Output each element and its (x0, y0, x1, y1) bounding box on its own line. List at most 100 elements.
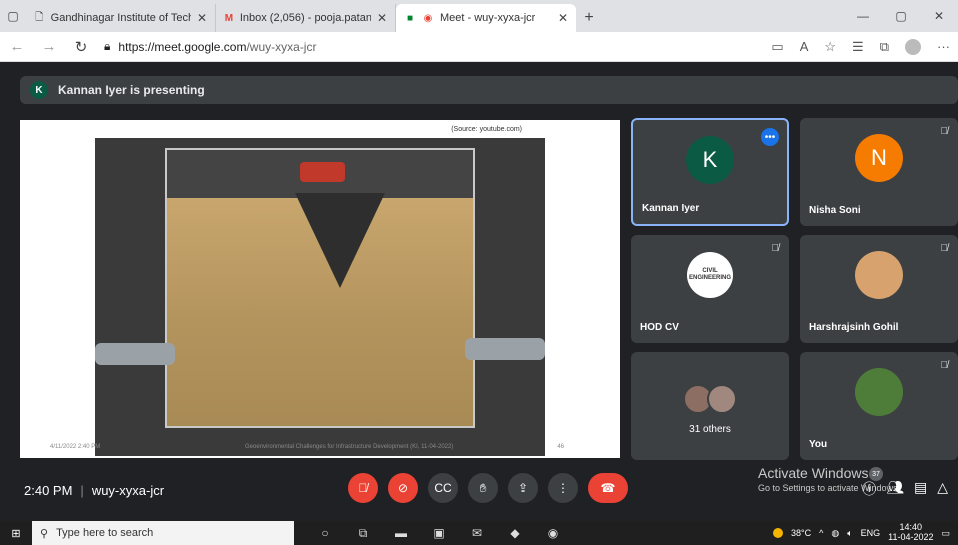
chevron-up-icon[interactable]: ^ (819, 528, 823, 538)
slide-photo (95, 138, 545, 456)
mic-toggle-button[interactable]: 🎙̸ (348, 473, 378, 503)
presenter-text: Kannan Iyer is presenting (58, 83, 205, 97)
cortana-icon[interactable]: ○ (316, 526, 334, 541)
activities-icon[interactable]: △ (937, 479, 948, 499)
toy-truck (300, 162, 345, 182)
camera-permission-icon[interactable]: ▭ (771, 39, 783, 55)
avatar (707, 384, 737, 414)
clock-date: 11-04-2022 (888, 532, 934, 542)
task-view-icon[interactable]: ⧉ (354, 526, 372, 541)
tab-gandhinagar[interactable]: 🗋 Gandhinagar Institute of Technol ✕ (26, 4, 216, 32)
more-menu-icon[interactable]: ··· (937, 39, 950, 54)
captions-button[interactable]: CC (428, 473, 458, 503)
mail-icon[interactable]: ✉ (468, 526, 486, 541)
search-placeholder: Type here to search (56, 527, 154, 539)
collections-icon[interactable]: ⧉ (880, 39, 889, 55)
leave-call-button[interactable]: ☎ (588, 473, 628, 503)
participant-tile[interactable]: 🎙̸ Harshrajsinh Gohil (800, 235, 958, 343)
avatar: K (686, 136, 734, 184)
participant-tile[interactable]: 🎙̸ CIVIL ENGINEERING HOD CV (631, 235, 789, 343)
meeting-time: 2:40 PM (24, 482, 73, 498)
close-icon[interactable]: ✕ (558, 11, 568, 25)
pipe-right (465, 338, 545, 360)
clock[interactable]: 14:40 11-04-2022 (888, 522, 934, 543)
meet-controls-bar: 2:40 PM | wuy-xyxa-jcr 🎙̸ ⊘ CC ✋︎ ⇪ ⋮ ☎ … (0, 463, 958, 517)
minimize-icon[interactable]: — (844, 0, 882, 32)
participant-name: Harshrajsinh Gohil (809, 322, 899, 333)
more-options-icon[interactable]: ••• (761, 128, 779, 146)
reload-icon[interactable]: ↻ (72, 38, 90, 56)
restore-icon[interactable]: ▢ (882, 0, 920, 32)
notifications-icon[interactable]: ▭ (941, 528, 950, 539)
civil-engineering-logo: CIVIL ENGINEERING (687, 252, 733, 298)
participant-tile[interactable]: 🎙̸ N Nisha Soni (800, 118, 958, 226)
system-tray: 38°C ^ ◍ 🔈︎ ENG 14:40 11-04-2022 ▭ (772, 522, 958, 543)
slide-source: (Source: youtube.com) (451, 126, 522, 133)
weather-icon[interactable] (772, 528, 783, 538)
app-icon[interactable]: ◆ (506, 526, 524, 541)
edge-icon[interactable]: ◉ (544, 526, 562, 541)
volume-icon[interactable]: 🔈︎ (847, 528, 852, 539)
lock-icon[interactable]: 🔒︎ (104, 39, 110, 54)
participant-tile[interactable]: ••• K Kannan Iyer (631, 118, 789, 226)
more-vert-icon: ⋮ (557, 481, 569, 495)
windows-taskbar: ⊞ ⚲ Type here to search ○ ⧉ ▬ ▣ ✉ ◆ ◉ 38… (0, 521, 958, 545)
close-icon[interactable]: ✕ (197, 11, 207, 25)
separator: | (80, 482, 84, 498)
camera-toggle-button[interactable]: ⊘ (388, 473, 418, 503)
url-host: https://meet.google.com (118, 39, 247, 54)
tab-meet[interactable]: ■ ◉ Meet - wuy-xyxa-jcr ✕ (396, 4, 576, 32)
mic-off-icon: 🎙̸ (358, 481, 368, 495)
read-aloud-icon[interactable]: A (800, 39, 809, 54)
avatar (855, 368, 903, 416)
raise-hand-button[interactable]: ✋︎ (468, 473, 498, 503)
favorite-icon[interactable]: ☆ (824, 39, 836, 55)
file-explorer-icon[interactable]: ▬ (392, 526, 410, 541)
present-button[interactable]: ⇪ (508, 473, 538, 503)
language-indicator[interactable]: ENG (861, 528, 881, 538)
shared-slide: (Source: youtube.com) 4/11/2022 2:40 PM … (20, 120, 620, 458)
self-tile[interactable]: 🎙̸ You (800, 352, 958, 460)
close-window-icon[interactable]: ✕ (920, 0, 958, 32)
slide-date: 4/11/2022 2:40 PM (50, 444, 101, 450)
back-icon[interactable]: ← (8, 38, 26, 55)
mic-off-icon: 🎙̸ (771, 243, 780, 254)
mic-off-icon: 🎙̸ (940, 126, 949, 137)
forward-icon[interactable]: → (40, 38, 58, 55)
new-tab-button[interactable]: + (576, 4, 602, 32)
favorites-list-icon[interactable]: ☰ (852, 39, 864, 55)
others-count: 31 others (689, 424, 731, 435)
chat-icon[interactable]: ▤ (914, 479, 927, 499)
network-icon[interactable]: ◍ (831, 528, 839, 539)
windows-start-icon[interactable]: ⊞ (0, 521, 32, 545)
url-field[interactable]: 🔒︎ https://meet.google.com/wuy-xyxa-jcr (104, 39, 316, 54)
tab-title: Meet - wuy-xyxa-jcr (440, 12, 536, 24)
mic-off-icon: 🎙̸ (940, 243, 949, 254)
meeting-info: 2:40 PM | wuy-xyxa-jcr (24, 483, 164, 498)
tab-actions-icon[interactable]: ▢ (0, 0, 26, 32)
people-icon[interactable]: 👥︎ (886, 479, 904, 499)
presenter-avatar: K (30, 81, 48, 99)
presenter-banner: K Kannan Iyer is presenting (20, 76, 958, 104)
close-icon[interactable]: ✕ (377, 11, 387, 25)
info-icon[interactable]: ⓘ (862, 479, 876, 499)
pipe-left (95, 343, 175, 365)
meet-icon: ■ (406, 12, 414, 24)
url-path: /wuy-xyxa-jcr (246, 39, 317, 54)
tab-inbox[interactable]: M Inbox (2,056) - pooja.patanwal@ ✕ (216, 4, 396, 32)
present-icon: ⇪ (517, 481, 529, 495)
others-tile[interactable]: 31 others (631, 352, 789, 460)
captions-icon: CC (434, 481, 452, 495)
profile-avatar[interactable] (905, 38, 921, 55)
hand-icon: ✋︎ (479, 480, 487, 495)
taskbar-search[interactable]: ⚲ Type here to search (32, 521, 294, 545)
meet-stage: K Kannan Iyer is presenting (Source: you… (0, 62, 958, 517)
more-options-button[interactable]: ⋮ (548, 473, 578, 503)
temperature[interactable]: 38°C (791, 528, 811, 538)
store-icon[interactable]: ▣ (430, 526, 448, 541)
slide-footer: Geoenvironmental Challenges for Infrastr… (245, 444, 454, 450)
mic-off-icon: 🎙̸ (940, 360, 949, 371)
screen: ▢ 🗋 Gandhinagar Institute of Technol ✕ M… (0, 0, 958, 545)
recording-icon: ◉ (423, 12, 433, 24)
others-avatars (683, 384, 737, 414)
